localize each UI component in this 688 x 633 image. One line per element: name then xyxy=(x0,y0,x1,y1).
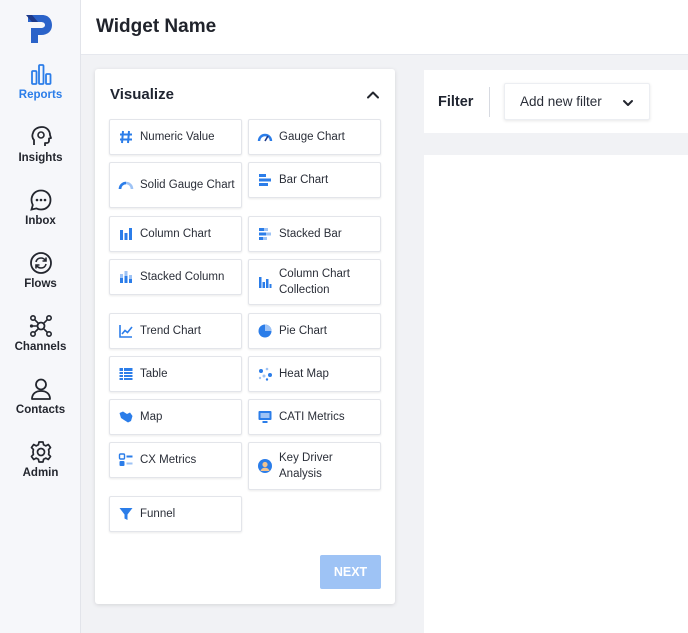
tile-label: Stacked Column xyxy=(140,271,225,283)
network-icon xyxy=(29,314,52,337)
table-icon xyxy=(119,368,133,380)
tile-numeric-value[interactable]: Numeric Value xyxy=(109,119,242,155)
top-header: Widget Name xyxy=(81,0,688,55)
chat-bubble-icon xyxy=(29,189,51,211)
tile-table[interactable]: Table xyxy=(109,356,242,392)
nav-channels[interactable]: Channels xyxy=(0,314,81,353)
monitor-icon xyxy=(258,411,272,423)
tile-label: Key Driver Analysis xyxy=(279,452,333,480)
pie-icon xyxy=(258,324,272,338)
tile-label: Map xyxy=(140,411,163,423)
add-filter-dropdown[interactable]: Add new filter xyxy=(504,83,650,120)
flow-cycle-icon xyxy=(29,252,52,274)
filter-label: Filter xyxy=(438,94,474,110)
stacked-column-icon xyxy=(120,271,132,283)
add-filter-label: Add new filter xyxy=(520,94,602,109)
tile-map[interactable]: Map xyxy=(109,399,242,435)
tile-label: CATI Metrics xyxy=(279,411,345,423)
person-icon xyxy=(30,378,51,400)
tile-label: Column Chart Collection xyxy=(279,268,350,296)
tile-key-driver-analysis[interactable]: Key Driver Analysis xyxy=(248,442,381,490)
filter-bar: Filter Add new filter xyxy=(424,70,688,133)
tile-cx-metrics[interactable]: CX Metrics xyxy=(109,442,242,478)
tile-column-chart-collection[interactable]: Column Chart Collection xyxy=(248,259,381,305)
chevron-down-icon xyxy=(623,100,633,106)
solid-gauge-icon xyxy=(118,181,134,190)
tile-label: Table xyxy=(140,368,168,380)
widget-preview-area xyxy=(424,155,688,633)
nav-flows[interactable]: Flows xyxy=(0,251,81,290)
nav-admin-label: Admin xyxy=(22,467,59,479)
next-button[interactable]: NEXT xyxy=(320,555,381,589)
tile-label: Gauge Chart xyxy=(279,131,345,143)
tile-label: Stacked Bar xyxy=(279,228,342,240)
column-chart-icon xyxy=(120,228,132,240)
nav-contacts-label: Contacts xyxy=(15,404,66,416)
nav-contacts[interactable]: Contacts xyxy=(0,377,81,416)
tile-label: Bar Chart xyxy=(279,174,329,186)
tile-column-chart[interactable]: Column Chart xyxy=(109,216,242,252)
hash-icon xyxy=(120,130,132,144)
nav-insights[interactable]: Insights xyxy=(0,125,81,164)
bar-chart-icon xyxy=(30,64,51,85)
nav-reports[interactable]: Reports xyxy=(0,62,81,101)
chevron-up-icon[interactable] xyxy=(365,87,381,103)
nav-inbox[interactable]: Inbox xyxy=(0,188,81,227)
column-collection-icon xyxy=(259,277,272,288)
stacked-bar-icon xyxy=(259,228,271,240)
tile-gauge-chart[interactable]: Gauge Chart xyxy=(248,119,381,155)
tile-bar-chart[interactable]: Bar Chart xyxy=(248,162,381,198)
tile-label: Heat Map xyxy=(279,368,329,380)
nav-reports-label: Reports xyxy=(18,89,63,101)
tile-trend-chart[interactable]: Trend Chart xyxy=(109,313,242,349)
tile-stacked-bar[interactable]: Stacked Bar xyxy=(248,216,381,252)
tile-pie-chart[interactable]: Pie Chart xyxy=(248,313,381,349)
tile-stacked-column[interactable]: Stacked Column xyxy=(109,259,242,295)
tile-solid-gauge-chart[interactable]: Solid Gauge Chart xyxy=(109,162,242,208)
app-logo[interactable] xyxy=(24,12,54,46)
tile-label: Solid Gauge Chart xyxy=(140,179,235,191)
trend-icon xyxy=(119,325,133,338)
tile-heat-map[interactable]: Heat Map xyxy=(248,356,381,392)
cx-metrics-icon xyxy=(118,453,133,466)
map-icon xyxy=(119,411,133,423)
nav-flows-label: Flows xyxy=(24,278,57,290)
tile-cati-metrics[interactable]: CATI Metrics xyxy=(248,399,381,435)
key-driver-icon xyxy=(258,459,272,473)
gear-icon xyxy=(30,441,51,463)
visualize-panel: Visualize Numeric Value Gauge Chart Soli… xyxy=(95,69,395,604)
sidebar: Reports Insights Inbox Flows Channels Co… xyxy=(0,0,81,633)
bar-chart-horizontal-icon xyxy=(259,174,271,186)
tile-label: Trend Chart xyxy=(140,325,201,337)
filter-divider xyxy=(489,87,490,117)
gauge-icon xyxy=(257,133,273,142)
funnel-icon xyxy=(119,508,133,520)
nav-admin[interactable]: Admin xyxy=(0,440,81,479)
nav-insights-label: Insights xyxy=(18,152,63,164)
nav-channels-label: Channels xyxy=(14,341,67,353)
brain-icon xyxy=(30,126,52,146)
tile-label: Funnel xyxy=(140,508,176,520)
nav-inbox-label: Inbox xyxy=(25,215,56,227)
widget-name-title[interactable]: Widget Name xyxy=(96,16,216,38)
tile-label: Numeric Value xyxy=(140,131,215,143)
visualize-title: Visualize xyxy=(110,86,174,103)
tile-funnel[interactable]: Funnel xyxy=(109,496,242,532)
tile-label: Column Chart xyxy=(140,228,211,240)
heat-map-icon xyxy=(258,367,272,381)
tile-label: CX Metrics xyxy=(140,454,197,466)
tile-label: Pie Chart xyxy=(279,325,327,337)
